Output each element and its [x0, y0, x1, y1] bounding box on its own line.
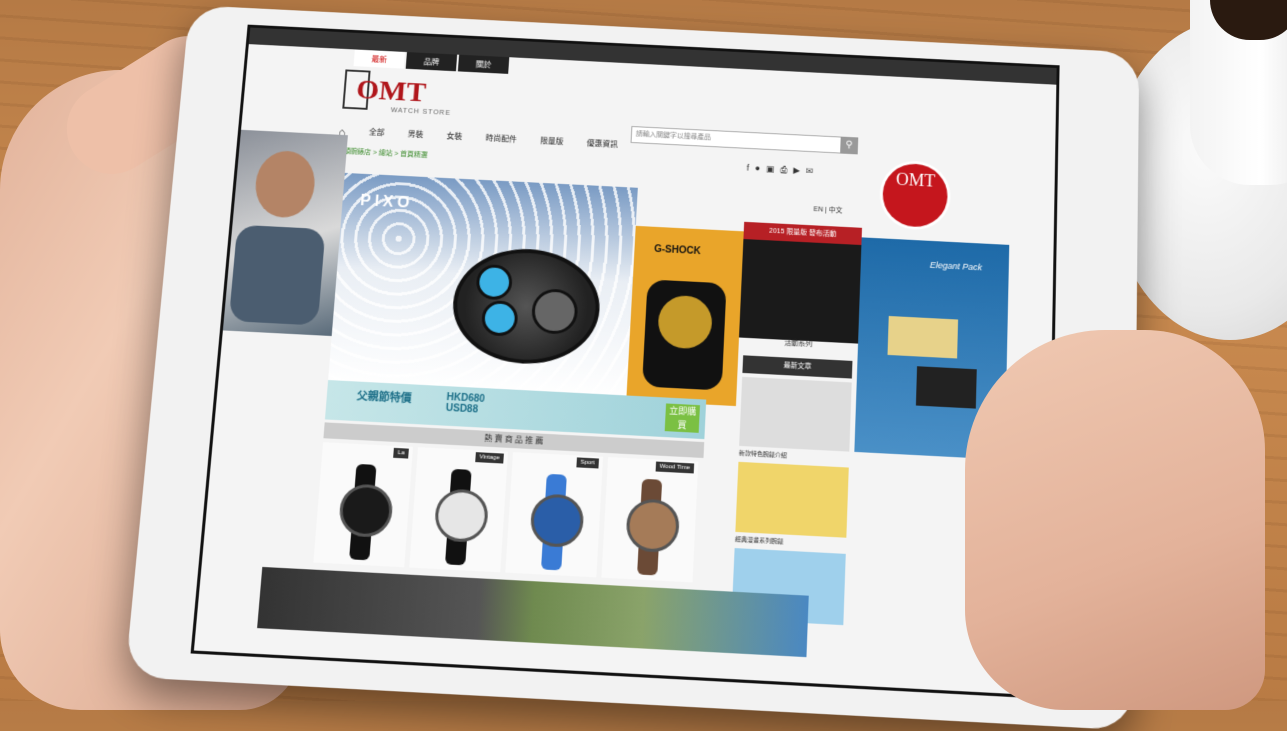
youtube-icon[interactable]: ▶ [793, 165, 800, 176]
print-icon[interactable]: ⎙ [780, 165, 787, 176]
menu-item-all[interactable]: 全部 [368, 127, 385, 141]
watch-face [433, 488, 490, 544]
product-tag: Vintage [474, 452, 504, 464]
event-header: 2015 限量版 發布活動 [743, 221, 863, 246]
gift-box [915, 366, 977, 409]
event-panel[interactable]: 2015 限量版 發布活動 [739, 221, 863, 344]
menu-item-offers[interactable]: 優惠資訊 [586, 138, 619, 153]
nav-tab-brands[interactable]: 品牌 [405, 52, 458, 72]
product-tag: Sport [576, 457, 599, 469]
watch-face [529, 493, 585, 549]
product-card[interactable]: La [313, 442, 414, 568]
gift-label: Elegant Pack [929, 260, 983, 273]
product-card[interactable]: Vintage [409, 447, 509, 573]
product-card[interactable]: Sport [505, 452, 604, 578]
tablet-screen: 最新 品牌 關於 OMT WATCH STORE 請輸入關鍵字以搜尋產品 ⚲ ⌂… [190, 24, 1060, 699]
nav-tab-latest[interactable]: 最新 [353, 49, 406, 69]
sidebar-article-image[interactable] [739, 376, 852, 452]
menu-item-women[interactable]: 女裝 [446, 131, 463, 145]
weibo-icon[interactable]: ● [755, 163, 761, 174]
site-logo[interactable]: OMT [355, 74, 427, 109]
gshock-label: G-SHOCK [653, 244, 701, 257]
banner-price: HKD680 USD88 [445, 392, 485, 416]
model-scarf [228, 224, 326, 326]
search-icon[interactable]: ⚲ [840, 136, 859, 155]
language-switch[interactable]: EN | 中文 [813, 204, 842, 215]
banner-text: 父親節特價 [356, 390, 412, 406]
watch-face [625, 498, 681, 554]
product-tag: Wood Time [655, 461, 695, 474]
breadcrumb[interactable]: 大頭腕錶店 > 總站 > 首頁精選 [337, 146, 428, 160]
hero-banner[interactable]: PIXO [327, 172, 638, 401]
bottom-banners[interactable] [257, 566, 809, 658]
facebook-icon[interactable]: f [746, 163, 749, 174]
menu-item-men[interactable]: 男裝 [407, 129, 424, 143]
buy-now-button[interactable]: 立即購買 [664, 403, 700, 433]
watch-face [337, 483, 395, 539]
nav-tab-about[interactable]: 關於 [457, 54, 510, 74]
logo-tagline: WATCH STORE [390, 107, 452, 117]
menu-item-limited[interactable]: 限量版 [540, 136, 564, 150]
model-face [252, 149, 318, 219]
right-hand [965, 330, 1265, 710]
promo-badge[interactable]: OMT [881, 162, 949, 229]
model-photo[interactable] [212, 129, 348, 337]
badge-title: OMT [895, 169, 936, 191]
product-tag: La [393, 447, 409, 459]
gift-box [887, 315, 959, 359]
menu-item-accessories[interactable]: 時尚配件 [485, 133, 517, 148]
sidebar-title: 最新文章 [742, 355, 853, 379]
sidebar-article-image[interactable] [735, 461, 849, 538]
search-input[interactable]: 請輸入關鍵字以搜尋產品 [630, 126, 842, 154]
mail-icon[interactable]: ✉ [806, 166, 814, 177]
instagram-icon[interactable]: ▣ [766, 164, 775, 175]
hero-brand: PIXO [359, 192, 414, 212]
gshock-ad[interactable]: G-SHOCK [626, 225, 744, 407]
product-card[interactable]: Wood Time [601, 457, 699, 583]
social-icons: f ● ▣ ⎙ ▶ ✉ [746, 163, 813, 177]
price-usd: USD88 [445, 402, 479, 416]
